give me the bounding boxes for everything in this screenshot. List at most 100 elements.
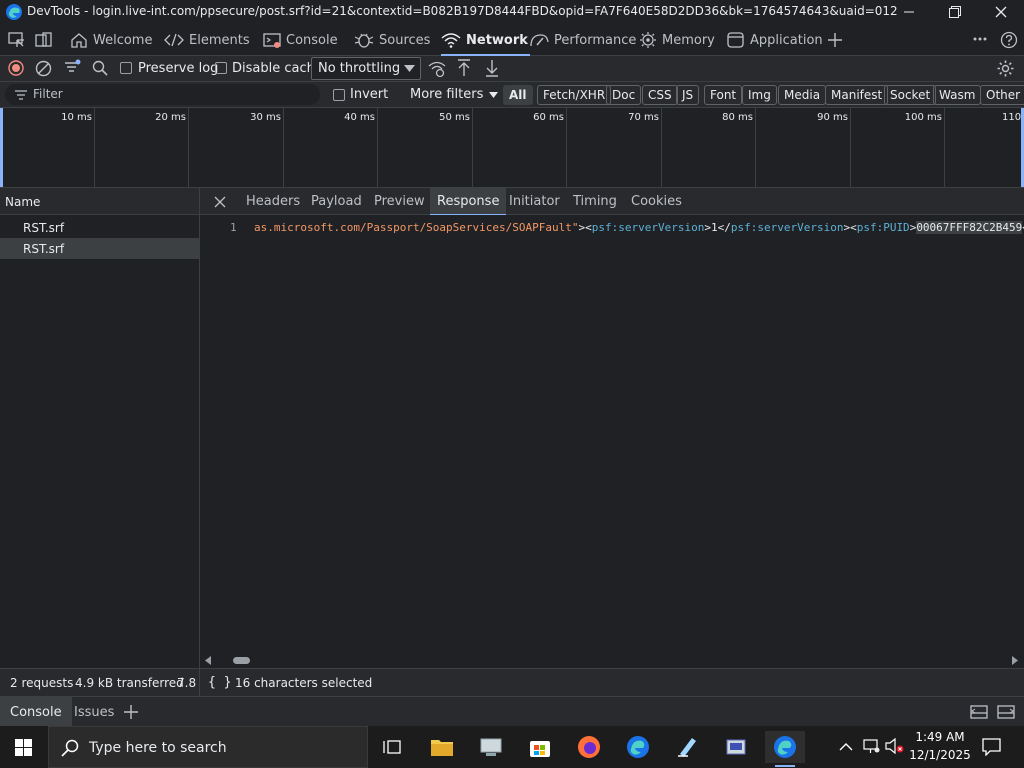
add-tab-icon[interactable]	[828, 33, 842, 47]
tab-label: Welcome	[93, 32, 153, 48]
chevron-up-icon[interactable]	[839, 742, 853, 751]
clock-date[interactable]: 12/1/2025	[909, 748, 971, 762]
pretty-print-button[interactable]: { }	[208, 675, 231, 690]
scroll-right-icon[interactable]	[1012, 656, 1018, 665]
timeline-gridline	[377, 108, 378, 187]
timeline-gridline	[283, 108, 284, 187]
type-filter-font[interactable]: Font	[704, 85, 743, 105]
network-settings-gear-icon[interactable]	[996, 59, 1015, 78]
type-filter-img[interactable]: Img	[742, 85, 777, 105]
network-status-icon[interactable]	[862, 738, 880, 754]
restore-button[interactable]	[932, 0, 978, 24]
inspect-element-icon[interactable]	[8, 32, 25, 48]
taskbar-task-view[interactable]	[372, 731, 412, 763]
timeline-tick-label: 30 ms	[250, 112, 281, 123]
type-filter-js[interactable]: JS	[676, 85, 700, 105]
scrollbar-thumb[interactable]	[233, 657, 250, 664]
scroll-left-icon[interactable]	[205, 656, 211, 665]
windows-start-icon[interactable]	[15, 739, 32, 756]
code-punctuation: ><	[843, 221, 857, 234]
clear-icon[interactable]	[35, 60, 52, 77]
add-drawer-tab-icon[interactable]	[124, 705, 138, 719]
taskbar-app-tool[interactable]	[716, 731, 756, 763]
notifications-icon[interactable]	[982, 738, 1001, 756]
response-viewer[interactable]: 1 as.microsoft.com/Passport/SoapServices…	[200, 215, 1024, 653]
search-icon[interactable]	[92, 60, 108, 76]
tab-payload[interactable]: Payload	[305, 188, 368, 215]
disable-cache-checkbox[interactable]	[215, 62, 227, 74]
tab-timing[interactable]: Timing	[567, 188, 623, 215]
type-filter-fetch-xhr[interactable]: Fetch/XHR	[537, 85, 612, 105]
type-filter-doc[interactable]: Doc	[606, 85, 642, 105]
filter-input[interactable]: Filter	[5, 84, 320, 105]
import-har-icon[interactable]	[457, 59, 471, 77]
help-icon[interactable]	[1000, 31, 1018, 49]
throttling-select[interactable]: No throttling	[311, 57, 421, 80]
type-filter-wasm[interactable]: Wasm	[933, 85, 982, 105]
request-list-header[interactable]: Name	[0, 188, 200, 215]
timeline-left-handle[interactable]	[0, 108, 3, 187]
close-detail-icon[interactable]	[214, 196, 226, 208]
disable-cache-label: Disable cache	[232, 61, 323, 76]
more-filters-label: More filters	[410, 87, 484, 102]
horizontal-scrollbar[interactable]	[200, 653, 1024, 668]
tab-label: Network	[466, 32, 528, 48]
tab-sources[interactable]: Sources	[354, 24, 430, 56]
drawer-tab-issues[interactable]: Issues	[66, 697, 122, 727]
network-conditions-icon[interactable]	[428, 60, 446, 78]
tab-console[interactable]: Console	[263, 24, 338, 56]
clock-time[interactable]: 1:49 AM	[913, 730, 967, 744]
device-emulation-icon[interactable]	[35, 32, 52, 48]
taskbar-firefox[interactable]	[569, 731, 609, 763]
name-column-header[interactable]: Name	[5, 195, 40, 209]
taskbar-edge-devtools[interactable]	[765, 731, 805, 767]
tab-memory[interactable]: Memory	[639, 24, 715, 56]
bug-icon	[354, 33, 374, 48]
more-options-icon[interactable]	[973, 37, 987, 41]
type-filter-media[interactable]: Media	[778, 85, 827, 105]
minimize-button[interactable]	[886, 0, 932, 24]
tab-initiator[interactable]: Initiator	[503, 188, 566, 215]
tab-performance[interactable]: Performance	[529, 24, 636, 56]
tab-elements[interactable]: Elements	[164, 24, 250, 56]
firefox-icon	[578, 736, 600, 758]
taskbar-edge[interactable]	[618, 731, 658, 763]
response-code-line[interactable]: as.microsoft.com/Passport/SoapServices/S…	[254, 221, 1024, 236]
preserve-log-checkbox[interactable]	[120, 62, 132, 74]
tab-welcome[interactable]: Welcome	[70, 24, 152, 56]
export-har-icon[interactable]	[485, 59, 499, 77]
tab-application[interactable]: Application	[727, 24, 823, 56]
taskbar-app-generic[interactable]	[471, 731, 511, 763]
volume-muted-icon[interactable]	[885, 738, 905, 754]
memory-icon	[640, 32, 656, 48]
tab-preview[interactable]: Preview	[368, 188, 431, 215]
taskbar-search-box[interactable]: Type here to search	[48, 726, 368, 768]
record-stop-icon[interactable]	[8, 60, 24, 76]
tab-network[interactable]: Network	[441, 24, 530, 56]
type-filter-manifest[interactable]: Manifest	[825, 85, 889, 105]
timeline-gridline	[566, 108, 567, 187]
invert-checkbox[interactable]	[333, 89, 345, 101]
close-drawer-icon[interactable]	[997, 705, 1015, 719]
tab-headers[interactable]: Headers	[240, 188, 306, 215]
tab-response[interactable]: Response	[430, 188, 507, 216]
tab-label: Performance	[554, 32, 637, 48]
taskbar-app-notes[interactable]	[667, 731, 707, 763]
taskbar-store[interactable]	[520, 731, 560, 763]
title-bar: DevTools - login.live-int.com/ppsecure/p…	[0, 0, 1024, 24]
taskbar-file-explorer[interactable]	[422, 731, 462, 763]
more-filters-dropdown[interactable]: More filters	[410, 87, 499, 102]
close-window-button[interactable]	[978, 0, 1024, 24]
filter-toggle-icon[interactable]	[64, 59, 82, 77]
search-icon	[61, 739, 79, 757]
type-filter-other[interactable]: Other	[980, 85, 1024, 105]
request-row-selected[interactable]: RST.srf	[0, 238, 199, 259]
request-row[interactable]: RST.srf	[0, 217, 199, 238]
type-filter-css[interactable]: CSS	[642, 85, 678, 105]
type-filter-socket[interactable]: Socket	[884, 85, 937, 105]
dock-drawer-icon[interactable]	[970, 705, 988, 719]
tab-cookies[interactable]: Cookies	[625, 188, 688, 215]
drawer-tab-console[interactable]: Console	[0, 697, 72, 727]
type-filter-all[interactable]: All	[503, 85, 533, 105]
timeline-overview[interactable]: 10 ms 20 ms 30 ms 40 ms 50 ms 60 ms 70 m…	[0, 108, 1024, 188]
